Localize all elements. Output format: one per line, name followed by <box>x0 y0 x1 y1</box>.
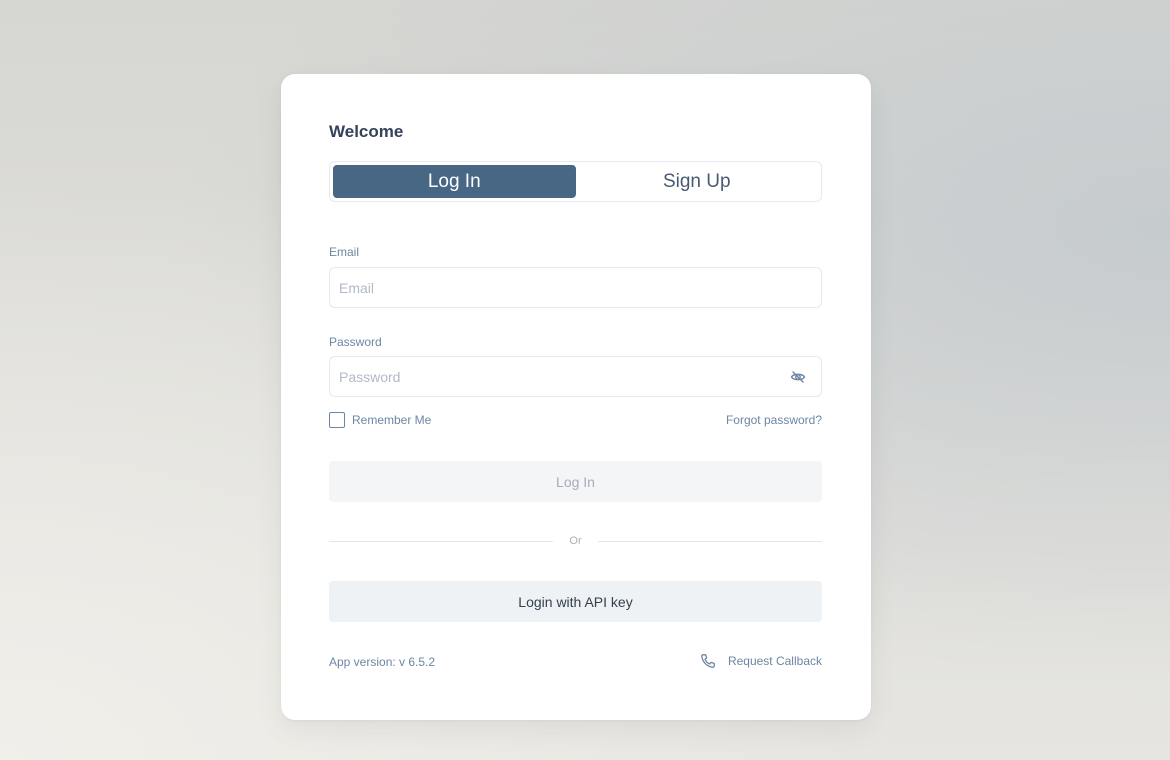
login-card: Welcome Log In Sign Up Email Password Re… <box>281 74 871 720</box>
eye-off-icon[interactable] <box>790 369 806 385</box>
page-title: Welcome <box>329 122 404 141</box>
or-divider: Or <box>329 532 823 550</box>
tab-log-in[interactable]: Log In <box>333 165 576 198</box>
remember-me-checkbox[interactable] <box>329 412 345 428</box>
remember-me[interactable]: Remember Me <box>329 412 431 428</box>
remember-me-label: Remember Me <box>352 413 432 427</box>
api-key-login-button[interactable]: Login with API key <box>329 581 822 622</box>
forgot-password-link[interactable]: Forgot password? <box>726 413 822 427</box>
phone-icon <box>700 653 716 669</box>
request-callback-link[interactable]: Request Callback <box>700 653 822 669</box>
email-field[interactable] <box>339 279 812 296</box>
auth-tabs: Log In Sign Up <box>329 161 822 202</box>
request-callback-label: Request Callback <box>727 654 822 668</box>
email-field-box <box>329 267 822 308</box>
password-field-box <box>329 356 822 397</box>
password-label: Password <box>329 335 382 349</box>
divider-label: Or <box>569 535 582 547</box>
tab-sign-up[interactable]: Sign Up <box>576 165 819 198</box>
divider-line-right <box>597 540 823 542</box>
login-button[interactable]: Log In <box>329 461 822 502</box>
email-label: Email <box>329 245 360 259</box>
password-field[interactable] <box>339 368 790 385</box>
app-version: App version: v 6.5.2 <box>329 655 436 669</box>
divider-line-left <box>329 540 554 542</box>
